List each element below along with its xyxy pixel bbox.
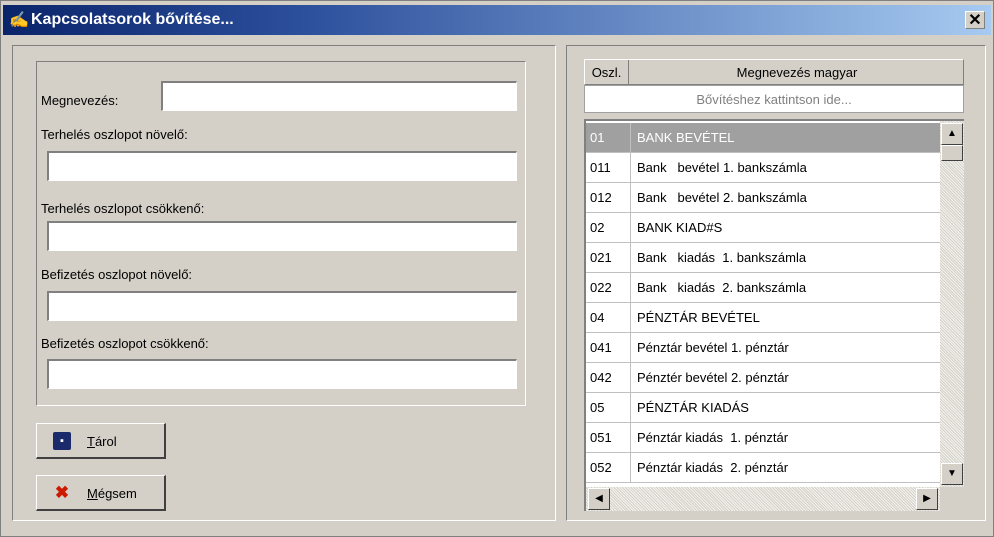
arrow-up-icon: ▲ [947, 128, 957, 139]
arrow-down-icon: ▼ [947, 468, 957, 479]
debit-increase-label: Terhelés oszlopot növelő: [41, 127, 188, 142]
list-item-name: BANK KIAD#S [637, 220, 723, 235]
save-button[interactable]: ▪ Tárol [36, 423, 166, 459]
scroll-up-button[interactable]: ▲ [941, 123, 963, 145]
list-item[interactable]: 021 Bank kiadás 1. bankszámla [586, 243, 940, 273]
window-title: Kapcsolatsorok bővítése... [31, 11, 234, 28]
close-button[interactable]: ✕ [965, 11, 985, 29]
list-item[interactable]: 05 PÉNZTÁR KIADÁS [586, 393, 940, 423]
list-item[interactable]: 01 BANK BEVÉTEL [586, 123, 940, 153]
list-item-code: 042 [586, 363, 631, 393]
list-item-name: Bank bevétel 2. bankszámla [637, 190, 807, 205]
cancel-button-label: Mégsem [87, 486, 137, 501]
list-item-name: PÉNZTÁR BEVÉTEL [637, 310, 760, 325]
list-item[interactable]: 04 PÉNZTÁR BEVÉTEL [586, 303, 940, 333]
list-item-code: 05 [586, 393, 631, 423]
list-item-name: PÉNZTÁR KIADÁS [637, 400, 749, 415]
payment-decrease-input[interactable] [47, 359, 517, 389]
list-item-code: 051 [586, 423, 631, 453]
grid-header: Oszl. Megnevezés magyar [584, 59, 965, 86]
list-item[interactable]: 012 Bank bevétel 2. bankszámla [586, 183, 940, 213]
list-item[interactable]: 011 Bank bevétel 1. bankszámla [586, 153, 940, 183]
scroll-thumb[interactable] [941, 145, 963, 161]
list-item[interactable]: 022 Bank kiadás 2. bankszámla [586, 273, 940, 303]
save-button-label: Tárol [87, 434, 117, 449]
app-icon: ✍ [9, 12, 29, 29]
list-item-code: 052 [586, 453, 631, 483]
name-input[interactable] [161, 81, 517, 111]
list-item[interactable]: 051 Pénztár kiadás 1. pénztár [586, 423, 940, 453]
list-item-name: Pénztár bevétel 1. pénztár [637, 340, 789, 355]
scrollbar-corner [940, 487, 964, 511]
add-row-prompt[interactable]: Bővítéshez kattintson ide... [584, 85, 964, 113]
list-item-code: 021 [586, 243, 631, 273]
debit-increase-input[interactable] [47, 151, 517, 181]
list-item-code: 011 [586, 153, 631, 183]
column-header-name[interactable]: Megnevezés magyar [629, 60, 965, 86]
list-item[interactable]: 041 Pénztár bevétel 1. pénztár [586, 333, 940, 363]
horizontal-scrollbar[interactable]: ◀ ▶ [586, 487, 940, 511]
list-item-code: 01 [586, 123, 631, 153]
payment-increase-label: Befizetés oszlopot növelő: [41, 267, 193, 282]
list-item-code: 012 [586, 183, 631, 213]
list-item[interactable]: 02 BANK KIAD#S [586, 213, 940, 243]
column-list: 01 BANK BEVÉTEL 011 Bank bevétel 1. bankszá… [584, 119, 964, 511]
cancel-button[interactable]: ✖ Mégsem [36, 475, 166, 511]
arrow-left-icon: ◀ [595, 493, 603, 504]
scroll-right-button[interactable]: ▶ [916, 488, 938, 510]
arrow-right-icon: ▶ [923, 493, 931, 504]
list-item-code: 04 [586, 303, 631, 333]
list-item-name: Bank kiadás 2. bankszámla [637, 280, 807, 295]
name-label: Megnevezés: [41, 93, 119, 108]
floppy-disk-icon: ▪ [53, 432, 71, 450]
payment-increase-input[interactable] [47, 291, 517, 321]
scroll-down-button[interactable]: ▼ [941, 463, 963, 485]
list-item-name: Bank bevétel 1. bankszámla [637, 160, 807, 175]
scroll-left-button[interactable]: ◀ [588, 488, 610, 510]
dialog-window: ✍ Kapcsolatsorok bővítése... ✕ Megnevezé… [0, 0, 994, 537]
title-bar[interactable]: ✍ Kapcsolatsorok bővítése... ✕ [3, 5, 991, 35]
list-item[interactable]: 052 Pénztár kiadás 2. pénztár [586, 453, 940, 483]
vertical-scrollbar[interactable]: ▲ ▼ [940, 121, 964, 487]
debit-decrease-input[interactable] [47, 221, 517, 251]
list-item-code: 022 [586, 273, 631, 303]
debit-decrease-label: Terhelés oszlopot csökkenő: [41, 201, 205, 216]
payment-decrease-label: Befizetés oszlopot csökkenő: [41, 336, 209, 351]
list-item-name: Pénztér bevétel 2. pénztár [637, 370, 789, 385]
list-item-name: BANK BEVÉTEL [637, 130, 735, 145]
list-item-name: Pénztár kiadás 1. pénztár [637, 430, 789, 445]
list-item[interactable]: 042 Pénztér bevétel 2. pénztár [586, 363, 940, 393]
list-item-name: Bank kiadás 1. bankszámla [637, 250, 807, 265]
red-x-icon: ✖ [54, 483, 70, 502]
close-icon: ✕ [968, 12, 982, 29]
list-item-code: 041 [586, 333, 631, 363]
column-header-code[interactable]: Oszl. [585, 60, 629, 86]
list-item-name: Pénztár kiadás 2. pénztár [637, 460, 789, 475]
list-item-code: 02 [586, 213, 631, 243]
